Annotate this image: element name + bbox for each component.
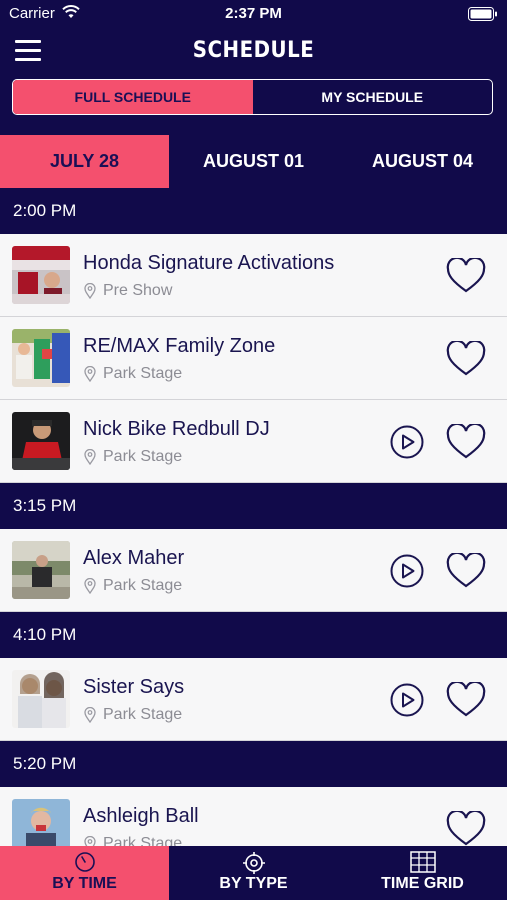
app-header: SCHEDULE [0, 28, 507, 78]
event-thumbnail [12, 541, 70, 599]
event-venue: Park Stage [103, 706, 183, 723]
heart-icon[interactable] [446, 551, 486, 594]
heart-icon[interactable] [446, 256, 486, 299]
location-pin-icon [84, 448, 96, 470]
play-icon[interactable] [390, 554, 424, 593]
play-icon[interactable] [390, 683, 424, 722]
tab-label: BY TIME [52, 875, 117, 892]
tab-time-grid[interactable]: TIME GRID [338, 846, 507, 900]
heart-icon[interactable] [446, 339, 486, 382]
list-item[interactable]: Honda Signature Activations Pre Show [0, 234, 507, 317]
location-pin-icon [84, 365, 96, 387]
full-schedule-tab[interactable]: FULL SCHEDULE [13, 80, 253, 114]
bottom-tab-bar: BY TIME BY TYPE TIME GRID [0, 846, 507, 900]
heart-icon[interactable] [446, 809, 486, 846]
tab-by-type[interactable]: BY TYPE [169, 846, 338, 900]
status-time: 2:37 PM [225, 5, 282, 22]
event-thumbnail [12, 670, 70, 728]
heart-icon[interactable] [446, 680, 486, 723]
list-item[interactable]: RE/MAX Family Zone Park Stage [0, 317, 507, 400]
time-section-header: 3:15 PM [0, 483, 507, 529]
list-item[interactable]: Sister Says Park Stage [0, 658, 507, 741]
list-item[interactable]: Alex Maher Park Stage [0, 529, 507, 612]
event-name: Ashleigh Ball [83, 805, 199, 827]
date-tab-july-28[interactable]: JULY 28 [0, 135, 169, 188]
status-bar: Carrier 2:37 PM [0, 0, 507, 28]
event-name: Alex Maher [83, 547, 185, 569]
location-pin-icon [84, 706, 96, 728]
schedule-list[interactable]: 2:00 PM Honda Signature Activations Pre … [0, 188, 507, 846]
list-item[interactable]: Ashleigh Ball Park Stage [0, 787, 507, 846]
location-pin-icon [84, 577, 96, 599]
event-thumbnail [12, 246, 70, 304]
event-name: Honda Signature Activations [83, 252, 335, 274]
date-tab-august-04[interactable]: AUGUST 04 [338, 135, 507, 188]
tab-by-time[interactable]: BY TIME [0, 846, 169, 900]
event-name: Nick Bike Redbull DJ [83, 418, 270, 440]
play-icon[interactable] [390, 425, 424, 464]
heart-icon[interactable] [446, 422, 486, 465]
page-title: SCHEDULE [192, 38, 315, 63]
grid-icon [409, 851, 436, 878]
list-item[interactable]: Nick Bike Redbull DJ Park Stage [0, 400, 507, 483]
event-name: RE/MAX Family Zone [83, 335, 276, 357]
tab-label: TIME GRID [381, 875, 464, 892]
event-venue: Pre Show [103, 282, 173, 299]
event-venue: Park Stage [103, 365, 183, 382]
tab-label: BY TYPE [219, 875, 288, 892]
time-section-header: 4:10 PM [0, 612, 507, 658]
clock-icon [74, 851, 96, 878]
event-thumbnail [12, 799, 70, 846]
location-pin-icon [84, 835, 96, 846]
event-venue: Park Stage [103, 448, 183, 465]
time-section-header: 2:00 PM [0, 188, 507, 234]
date-tabs: JULY 28 AUGUST 01 AUGUST 04 [0, 135, 507, 188]
event-name: Sister Says [83, 676, 185, 698]
event-venue: Park Stage [103, 835, 183, 846]
my-schedule-tab[interactable]: MY SCHEDULE [253, 80, 493, 114]
schedule-segmented-control: FULL SCHEDULE MY SCHEDULE [12, 79, 493, 115]
event-venue: Park Stage [103, 577, 183, 594]
location-pin-icon [84, 282, 96, 304]
battery-icon [468, 7, 498, 25]
event-thumbnail [12, 412, 70, 470]
event-thumbnail [12, 329, 70, 387]
time-section-header: 5:20 PM [0, 741, 507, 787]
date-tab-august-01[interactable]: AUGUST 01 [169, 135, 338, 188]
